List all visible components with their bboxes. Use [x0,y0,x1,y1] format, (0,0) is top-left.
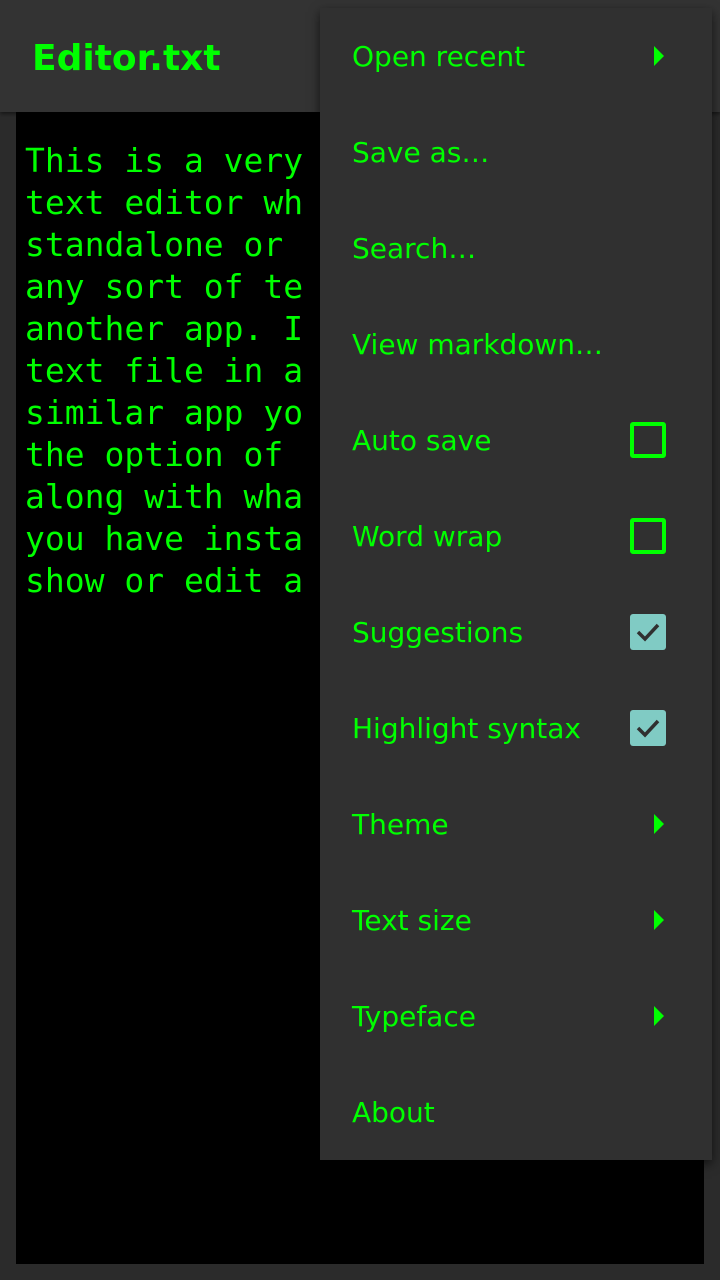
menu-item-word-wrap[interactable]: Word wrap [320,488,712,584]
menu-item-label: Word wrap [352,519,503,553]
triangle-right-icon [654,814,664,834]
editor-line: the option of [25,435,304,474]
menu-item-open-recent[interactable]: Open recent [320,8,712,104]
menu-item-view-markdown[interactable]: View markdown… [320,296,712,392]
checkmark-icon [636,623,660,642]
menu-item-save-as[interactable]: Save as… [320,104,712,200]
editor-line: This is a very [25,141,304,180]
auto-save-checkbox[interactable] [630,422,666,458]
menu-item-suggestions[interactable]: Suggestions [320,584,712,680]
menu-item-highlight-syntax[interactable]: Highlight syntax [320,680,712,776]
triangle-right-icon [654,1006,664,1026]
menu-item-label: Theme [352,807,449,841]
menu-item-label: Text size [352,903,472,937]
menu-item-label: Auto save [352,423,492,457]
editor-line: show or edit a [25,561,304,600]
menu-item-auto-save[interactable]: Auto save [320,392,712,488]
editor-line: standalone or [25,225,304,264]
triangle-right-icon [654,46,664,66]
editor-line: you have insta [25,519,304,558]
menu-item-label: Open recent [352,39,526,73]
menu-item-label: View markdown… [352,327,604,361]
suggestions-checkbox[interactable] [630,614,666,650]
editor-line: any sort of te [25,267,304,306]
overflow-menu: Open recent Save as… Search… View markdo… [320,8,712,1160]
menu-item-label: Suggestions [352,615,524,649]
app-title: Editor.txt [32,38,221,79]
checkmark-icon [636,719,660,738]
editor-line: along with wha [25,477,304,516]
menu-item-label: Save as… [352,135,490,169]
editor-line: similar app yo [25,393,304,432]
triangle-right-icon [654,910,664,930]
editor-line: text editor wh [25,183,304,222]
menu-item-search[interactable]: Search… [320,200,712,296]
menu-item-label: About [352,1095,435,1129]
menu-item-theme[interactable]: Theme [320,776,712,872]
menu-item-about[interactable]: About [320,1064,712,1160]
word-wrap-checkbox[interactable] [630,518,666,554]
highlight-syntax-checkbox[interactable] [630,710,666,746]
menu-item-typeface[interactable]: Typeface [320,968,712,1064]
menu-item-label: Highlight syntax [352,711,581,745]
menu-item-label: Typeface [352,999,476,1033]
editor-line: another app. I [25,309,304,348]
editor-line: text file in a [25,351,304,390]
menu-item-label: Search… [352,231,477,265]
menu-item-text-size[interactable]: Text size [320,872,712,968]
